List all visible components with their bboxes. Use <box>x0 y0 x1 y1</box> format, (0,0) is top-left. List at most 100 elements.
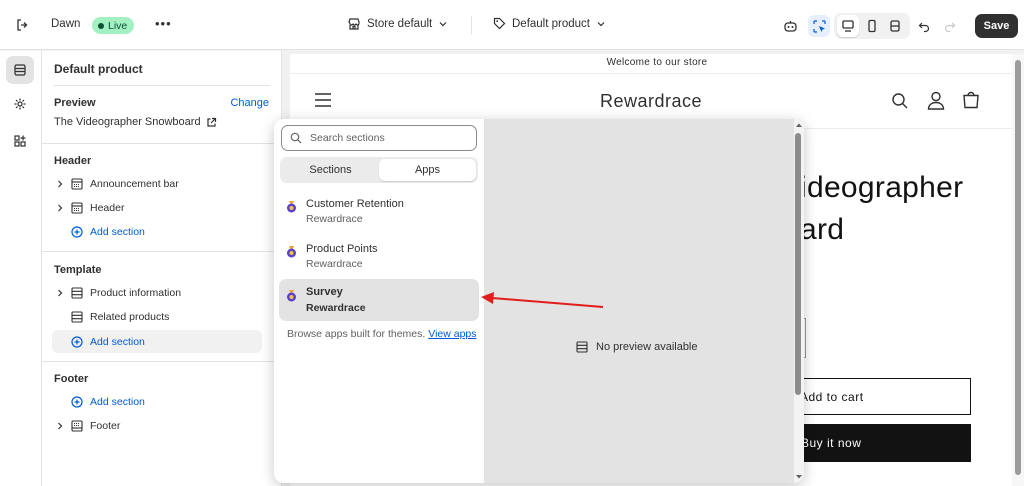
chevron-right-icon[interactable] <box>54 180 66 188</box>
no-preview-label: No preview available <box>596 341 698 353</box>
plus-circle-icon <box>70 226 84 238</box>
section-label: Footer <box>90 420 121 432</box>
live-badge-label: Live <box>108 19 128 32</box>
preview-product-name: The Videographer Snowboard <box>54 116 201 128</box>
cart-icon[interactable] <box>962 91 980 112</box>
redo-icon[interactable] <box>938 15 960 37</box>
app-vendor: Rewardrace <box>306 213 363 225</box>
add-section-template-button[interactable]: Add section <box>52 330 262 353</box>
preview-scrollbar-thumb[interactable] <box>1015 60 1021 475</box>
layout-footer-icon <box>70 420 84 432</box>
section-header[interactable]: Header <box>52 197 262 219</box>
chevron-right-icon[interactable] <box>54 289 66 297</box>
tag-icon <box>493 17 506 30</box>
search-icon <box>290 132 302 144</box>
buy-now-button[interactable]: Buy it now <box>785 424 971 462</box>
mobile-view-icon[interactable] <box>861 15 883 37</box>
rewardrace-app-icon <box>287 201 296 213</box>
view-apps-link[interactable]: View apps <box>428 328 476 340</box>
section-label: Header <box>90 202 125 214</box>
store-icon <box>348 18 360 30</box>
more-actions-button[interactable]: ••• <box>155 16 172 31</box>
rewardrace-app-icon <box>287 246 296 258</box>
sections-sidebar: Default product Preview Change The Video… <box>42 51 282 486</box>
template-selector-label: Default product <box>512 17 590 30</box>
announcement-bar: Welcome to our store <box>290 54 1024 74</box>
search-icon[interactable] <box>891 92 909 113</box>
inspector-icon[interactable] <box>808 15 830 37</box>
footer-group-label: Footer <box>54 373 89 385</box>
add-section-label: Add section <box>90 226 145 238</box>
add-section-label: Add section <box>90 335 145 348</box>
plus-circle-icon <box>70 396 84 408</box>
add-section-header-button[interactable]: Add section <box>52 221 262 243</box>
scroll-down-icon[interactable] <box>795 474 803 480</box>
desktop-view-icon[interactable] <box>837 15 859 37</box>
picker-scrollbar-thumb[interactable] <box>795 133 801 395</box>
browse-apps-text: Browse apps built for themes. View apps <box>287 326 477 342</box>
template-selector[interactable]: Default product <box>493 17 606 30</box>
divider <box>42 251 282 252</box>
app-block-product-points[interactable]: Product Points Rewardrace <box>279 237 479 279</box>
section-product-information[interactable]: Product information <box>52 282 262 304</box>
chevron-right-icon[interactable] <box>54 422 66 430</box>
divider <box>42 361 282 362</box>
add-section-label: Add section <box>90 396 145 408</box>
change-preview-link[interactable]: Change <box>230 97 269 109</box>
sections-icon[interactable] <box>6 56 34 84</box>
chevron-down-icon <box>597 21 605 26</box>
divider <box>471 16 472 34</box>
template-group-label: Template <box>54 264 102 276</box>
apps-icon[interactable] <box>6 127 34 155</box>
save-button[interactable]: Save <box>975 14 1018 38</box>
section-footer[interactable]: Footer <box>52 415 262 437</box>
layout-header-icon <box>70 202 84 214</box>
tab-sections[interactable]: Sections <box>282 159 379 181</box>
layout-header-icon <box>70 178 84 190</box>
app-block-customer-retention[interactable]: Customer Retention Rewardrace <box>279 192 479 234</box>
search-field[interactable] <box>281 125 477 151</box>
divider <box>54 85 270 86</box>
left-rail <box>0 51 42 486</box>
add-section-footer-button[interactable]: Add section <box>52 391 262 413</box>
product-title-line-1: ideographer <box>800 171 964 204</box>
preview-label: Preview <box>54 97 96 109</box>
picker-list-pane: Sections Apps Customer Retention Rewardr… <box>274 119 484 483</box>
exit-icon[interactable] <box>12 15 32 35</box>
tab-apps[interactable]: Apps <box>379 159 476 181</box>
theme-name: Dawn <box>51 18 81 30</box>
plus-circle-icon <box>70 335 84 348</box>
add-to-cart-button[interactable]: Add to cart <box>785 378 971 415</box>
app-vendor: Rewardrace <box>306 258 363 270</box>
ai-assistant-icon[interactable] <box>779 15 801 37</box>
live-dot-icon <box>98 22 104 29</box>
section-label: Product information <box>90 287 182 299</box>
app-name: Product Points <box>306 243 378 255</box>
undo-icon[interactable] <box>913 15 935 37</box>
add-section-popover: Sections Apps Customer Retention Rewardr… <box>274 119 804 483</box>
fullscreen-icon[interactable] <box>884 15 906 37</box>
settings-gear-icon[interactable] <box>6 90 34 118</box>
store-selector[interactable]: Store default <box>347 17 448 31</box>
account-icon[interactable] <box>927 91 945 113</box>
app-block-survey[interactable]: Survey Rewardrace <box>279 279 479 321</box>
chevron-right-icon[interactable] <box>54 204 66 212</box>
picker-preview-pane <box>484 119 794 483</box>
layout-section-icon <box>576 341 588 353</box>
store-selector-label: Store default <box>367 18 433 30</box>
search-input[interactable] <box>310 132 460 144</box>
preview-product[interactable]: The Videographer Snowboard <box>54 116 217 128</box>
chevron-down-icon <box>439 22 447 27</box>
section-announcement-bar[interactable]: Announcement bar <box>52 173 262 195</box>
section-label: Announcement bar <box>90 178 179 190</box>
section-related-products[interactable]: Related products <box>52 306 262 328</box>
layout-section-icon <box>70 311 84 323</box>
divider <box>42 143 282 144</box>
browse-apps-label: Browse apps built for themes. <box>287 328 426 340</box>
app-name: Customer Retention <box>306 198 404 210</box>
sidebar-title: Default product <box>54 62 143 76</box>
live-badge: Live <box>92 17 135 34</box>
scroll-up-icon[interactable] <box>795 122 803 128</box>
picker-tabs: Sections Apps <box>280 157 478 183</box>
section-label: Related products <box>90 311 170 323</box>
